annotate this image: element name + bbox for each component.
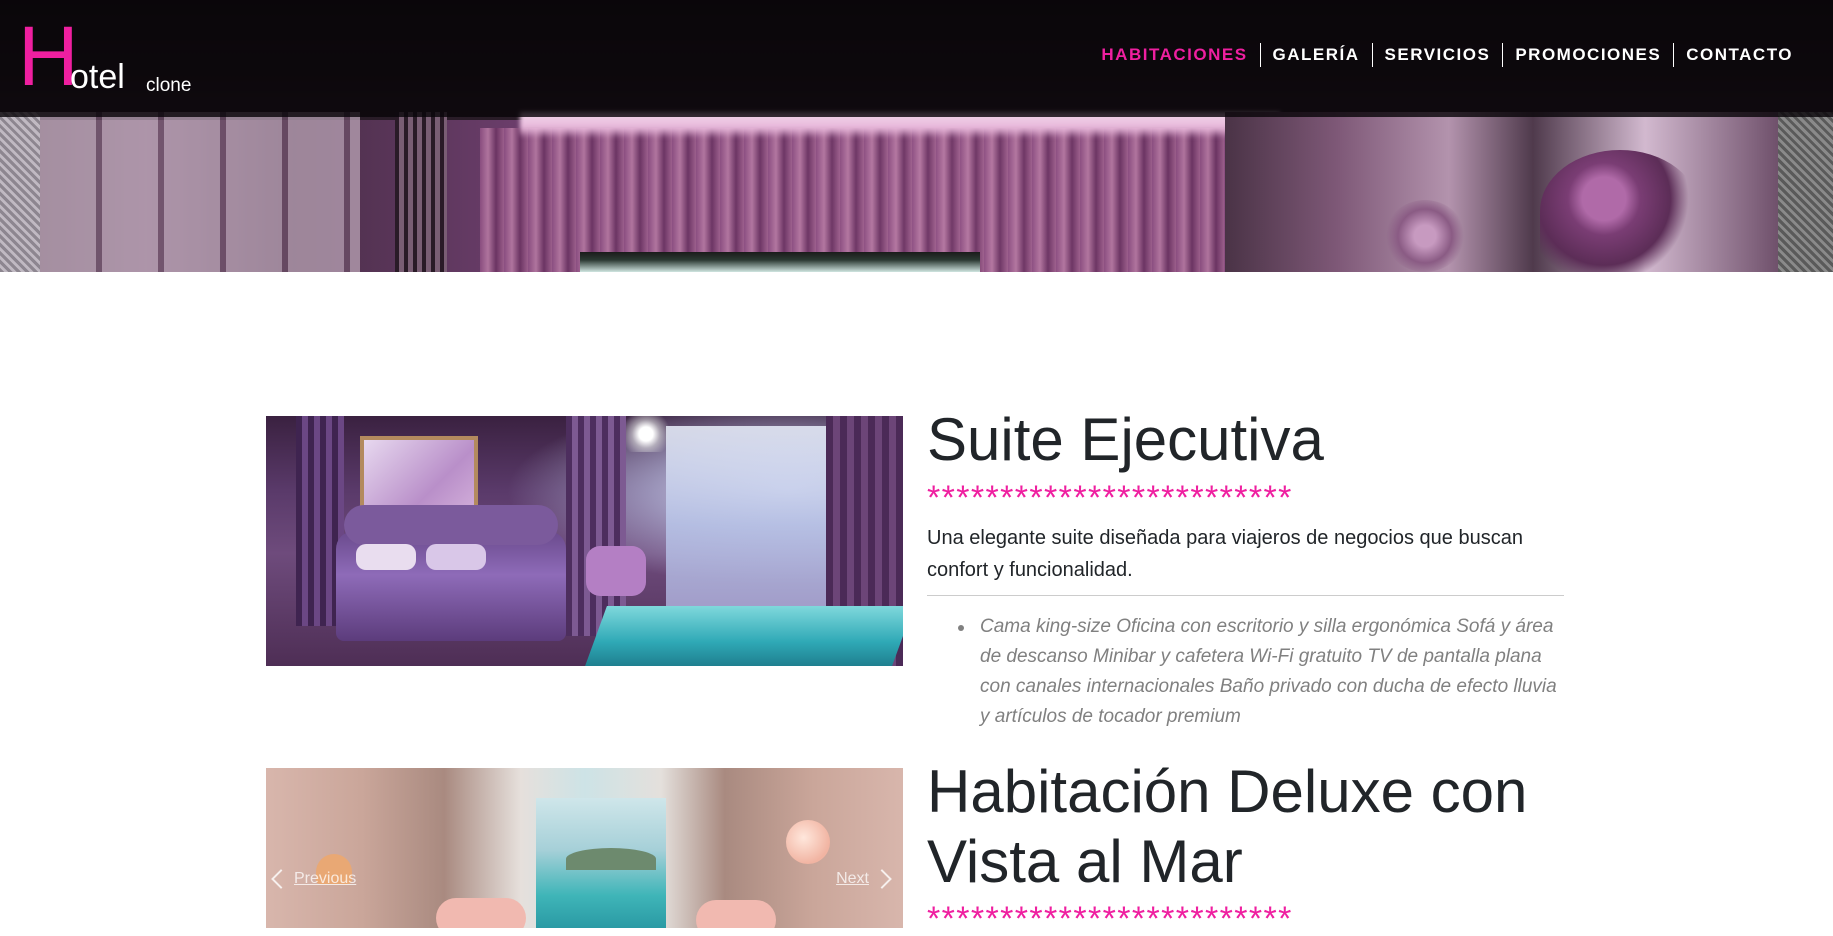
nav-item-contacto[interactable]: CONTACTO (1673, 43, 1805, 67)
room-description: Una elegante suite diseñada para viajero… (927, 527, 1523, 581)
room-armchair (586, 546, 646, 596)
hero-flowers (1540, 150, 1700, 272)
chevron-left-icon (271, 868, 291, 889)
room-pendant-lamp (786, 820, 830, 864)
amenities-item: Cama king-size Oficina con escritorio y … (958, 612, 1568, 732)
hero-window (580, 252, 980, 272)
room-island (566, 848, 656, 870)
room-chair-left (436, 898, 526, 928)
main-nav: HABITACIONES GALERÍA SERVICIOS PROMOCION… (1089, 43, 1805, 67)
rating-stars: ************************* (927, 481, 1293, 515)
room-curtain-right (566, 416, 626, 636)
hero-wall-art (1225, 112, 1785, 272)
carousel-next-label: Next (836, 870, 869, 887)
room-pillow (356, 544, 416, 570)
hero-flowers-small (1385, 200, 1465, 272)
hero-curtains (480, 128, 1240, 272)
hero-wall-texture-left (0, 112, 40, 272)
brand-suffix: clone (146, 75, 192, 96)
hero-wall-texture-right (1778, 112, 1833, 272)
nav-item-habitaciones[interactable]: HABITACIONES (1089, 43, 1259, 67)
nav-item-galeria[interactable]: GALERÍA (1259, 43, 1372, 67)
carousel-prev-label: Previous (294, 870, 357, 887)
hero-wall-panels (40, 112, 360, 272)
room-image-suite-ejecutiva (266, 416, 903, 666)
nav-item-servicios[interactable]: SERVICIOS (1371, 43, 1503, 67)
nav-item-promociones[interactable]: PROMOCIONES (1502, 43, 1673, 67)
amenities-list: Cama king-size Oficina con escritorio y … (958, 612, 1568, 732)
rating-stars: ************************* (927, 902, 1293, 936)
room-pool (585, 606, 903, 666)
room-carousel-deluxe: Previous Next (266, 768, 903, 928)
carousel-prev-button[interactable]: Previous (271, 868, 357, 889)
chevron-right-icon (872, 868, 892, 889)
room-title: Habitación Deluxe con Vista al Mar (927, 758, 1528, 895)
room-title: Suite Ejecutiva (927, 406, 1324, 473)
carousel-next-button[interactable]: Next (836, 868, 892, 889)
top-navbar: H otel clone HABITACIONES GALERÍA SERVIC… (0, 0, 1833, 117)
hero-lattice-screen (395, 112, 447, 272)
room-chair-right (696, 900, 776, 928)
divider (927, 595, 1564, 596)
brand-name: otel (70, 58, 125, 96)
room-window (666, 426, 836, 606)
room-pillow (426, 544, 486, 570)
